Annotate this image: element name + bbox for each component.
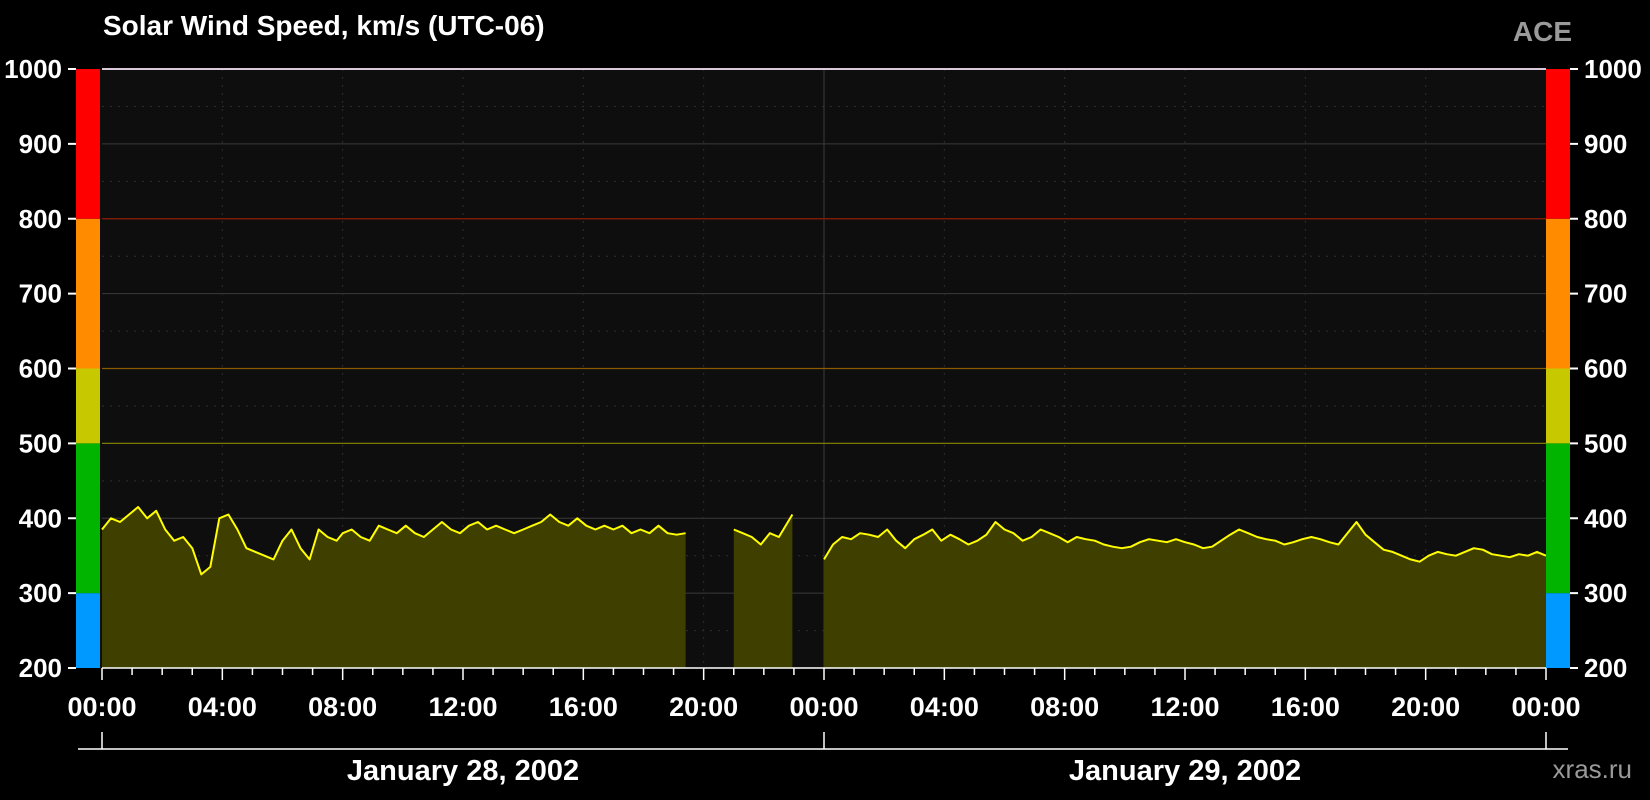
severity-band-left	[76, 593, 100, 668]
x-tick-label: 04:00	[188, 692, 257, 722]
y-tick-label-right: 300	[1584, 578, 1627, 608]
solar-wind-chart: 200 200 300 300 400 400 500 500 600 600 700 700 800 8…	[4, 54, 1642, 787]
x-tick-label: 08:00	[1030, 692, 1099, 722]
y-tick-label-right: 800	[1584, 204, 1627, 234]
x-tick-label: 08:00	[308, 692, 377, 722]
y-tick-label-right: 500	[1584, 428, 1627, 458]
y-tick-label-left: 800	[19, 204, 62, 234]
severity-band-left	[76, 218, 100, 369]
y-tick-label-right: 1000	[1584, 54, 1642, 84]
y-tick-label-right: 200	[1584, 653, 1627, 683]
x-tick-label: 00:00	[67, 692, 136, 722]
severity-band-left	[76, 69, 100, 219]
x-tick-label: 20:00	[1391, 692, 1460, 722]
y-tick-label-left: 300	[19, 578, 62, 608]
x-tick-label: 16:00	[549, 692, 618, 722]
severity-band-left	[76, 368, 100, 444]
x-tick-label: 00:00	[1511, 692, 1580, 722]
severity-band-right	[1546, 218, 1570, 369]
severity-band-right	[1546, 593, 1570, 668]
x-tick-label: 04:00	[910, 692, 979, 722]
y-tick-label-left: 600	[19, 354, 62, 384]
severity-band-right	[1546, 443, 1570, 594]
y-tick-label-left: 200	[19, 653, 62, 683]
y-tick-label-right: 400	[1584, 503, 1627, 533]
y-tick-label-right: 600	[1584, 354, 1627, 384]
date-label: January 28, 2002	[347, 755, 579, 787]
x-tick-label: 12:00	[1150, 692, 1219, 722]
y-tick-label-right: 700	[1584, 279, 1627, 309]
date-label: January 29, 2002	[1069, 755, 1301, 787]
y-tick-label-left: 400	[19, 503, 62, 533]
severity-band-right	[1546, 69, 1570, 219]
y-tick-label-left: 500	[19, 428, 62, 458]
x-tick-label: 16:00	[1271, 692, 1340, 722]
x-tick-label: 00:00	[789, 692, 858, 722]
y-tick-label-left: 1000	[4, 54, 62, 84]
y-tick-label-right: 900	[1584, 129, 1627, 159]
x-tick-label: 12:00	[428, 692, 497, 722]
severity-band-left	[76, 443, 100, 594]
x-tick-label: 20:00	[669, 692, 738, 722]
y-tick-label-left: 900	[19, 129, 62, 159]
severity-band-right	[1546, 368, 1570, 444]
y-tick-label-left: 700	[19, 279, 62, 309]
